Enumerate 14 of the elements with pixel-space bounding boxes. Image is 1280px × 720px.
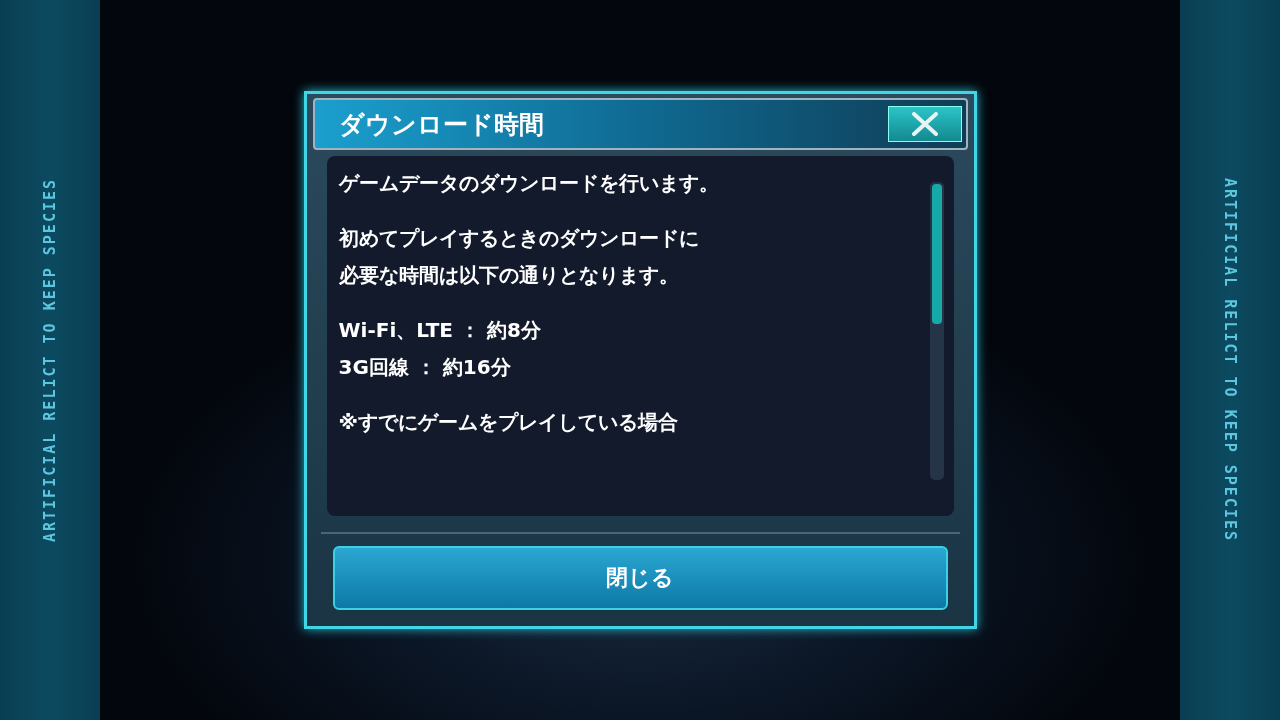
message-text: ※すでにゲームをプレイしている場合 (338, 409, 679, 436)
message-text: Wi-Fi、LTE ： 約8分 (338, 317, 542, 344)
message-text: 必要な時間は以下の通りとなります。 (338, 262, 680, 289)
message-text: 初めてプレイするときのダウンロードに (338, 225, 700, 252)
message-text: 3G回線 ： 約16分 (338, 354, 512, 381)
scrollbar[interactable] (929, 182, 944, 480)
message-text: ゲームデータのダウンロードを行います。 (338, 170, 720, 197)
side-caption: ARTIFICIAL RELICT TO KEEP SPECIES (1221, 178, 1239, 542)
scroll-thumb[interactable] (931, 184, 942, 324)
close-button[interactable] (887, 106, 962, 142)
close-icon (910, 112, 939, 136)
close-dialog-button[interactable]: 閉じる (332, 546, 948, 610)
side-caption: ARTIFICIAL RELICT TO KEEP SPECIES (41, 178, 59, 542)
dialog-title: ダウンロード時間 (338, 108, 544, 141)
